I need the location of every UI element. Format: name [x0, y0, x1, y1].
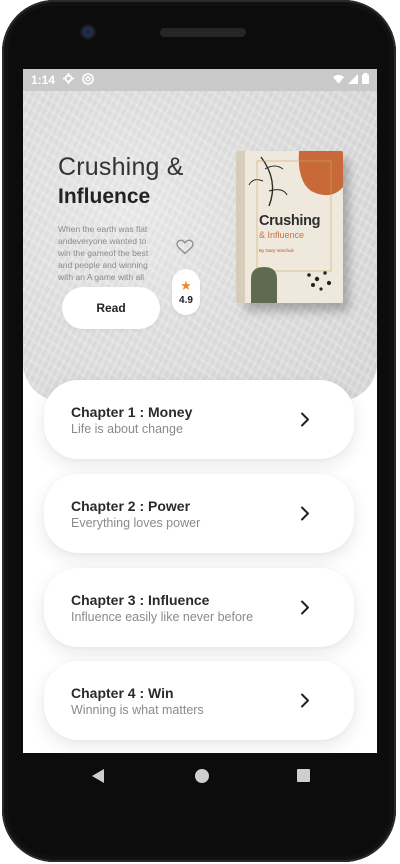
system-nav-bar — [25, 753, 379, 801]
status-bar: 1:14 — [23, 69, 377, 91]
book-title-line1: Crushing & — [58, 153, 184, 181]
read-button[interactable]: Read — [62, 287, 160, 329]
recent-apps-icon[interactable] — [297, 769, 310, 782]
phone-frame: 1:14 Crushing & Influence When the earth… — [2, 0, 396, 862]
at-sign-icon — [82, 72, 94, 88]
home-icon[interactable] — [195, 769, 209, 783]
status-time: 1:14 — [31, 73, 56, 87]
chapter-card-3[interactable]: Chapter 3 : Influence Influence easily l… — [44, 568, 354, 647]
book-cover: Crushing & Influence By Gary Venchuk — [239, 151, 343, 303]
battery-icon — [362, 73, 369, 87]
chevron-right-icon — [301, 412, 309, 427]
heart-icon[interactable] — [176, 239, 194, 255]
chapter-subtitle: Influence easily like never before — [71, 610, 254, 624]
chapter-subtitle: Winning is what matters — [71, 703, 204, 717]
chapter-card-2[interactable]: Chapter 2 : Power Everything loves power — [44, 474, 354, 553]
chevron-right-icon — [301, 600, 309, 615]
chapter-card-1[interactable]: Chapter 1 : Money Life is about change — [44, 380, 354, 459]
rating-value: 4.9 — [179, 294, 193, 306]
rating-badge: ★ 4.9 — [172, 269, 200, 315]
book-title-line2: Influence — [58, 185, 151, 208]
chapter-title: Chapter 2 : Power — [71, 498, 191, 514]
back-icon[interactable] — [91, 768, 105, 784]
chapter-title: Chapter 4 : Win — [71, 685, 174, 701]
app-screen: 1:14 Crushing & Influence When the earth… — [23, 69, 377, 753]
cover-author: By Gary Venchuk — [259, 248, 294, 253]
chapter-card-4[interactable]: Chapter 4 : Win Winning is what matters — [44, 661, 354, 740]
cover-title: Crushing — [259, 213, 321, 229]
chapter-subtitle: Life is about change — [71, 422, 183, 436]
chapter-title: Chapter 1 : Money — [71, 404, 193, 420]
settings-icon — [63, 73, 75, 87]
chapter-title: Chapter 3 : Influence — [71, 592, 210, 608]
wifi-icon — [333, 73, 344, 87]
front-camera — [82, 26, 94, 38]
signal-icon — [348, 73, 358, 87]
cover-subtitle: & Influence — [259, 230, 305, 240]
chevron-right-icon — [301, 693, 309, 708]
book-description: When the earth was flat andeveryone want… — [58, 224, 149, 282]
chapter-subtitle: Everything loves power — [71, 516, 201, 530]
earpiece-speaker — [160, 28, 246, 37]
book-hero: Crushing & Influence When the earth was … — [23, 91, 377, 401]
star-icon: ★ — [180, 277, 192, 293]
chevron-right-icon — [301, 506, 309, 521]
